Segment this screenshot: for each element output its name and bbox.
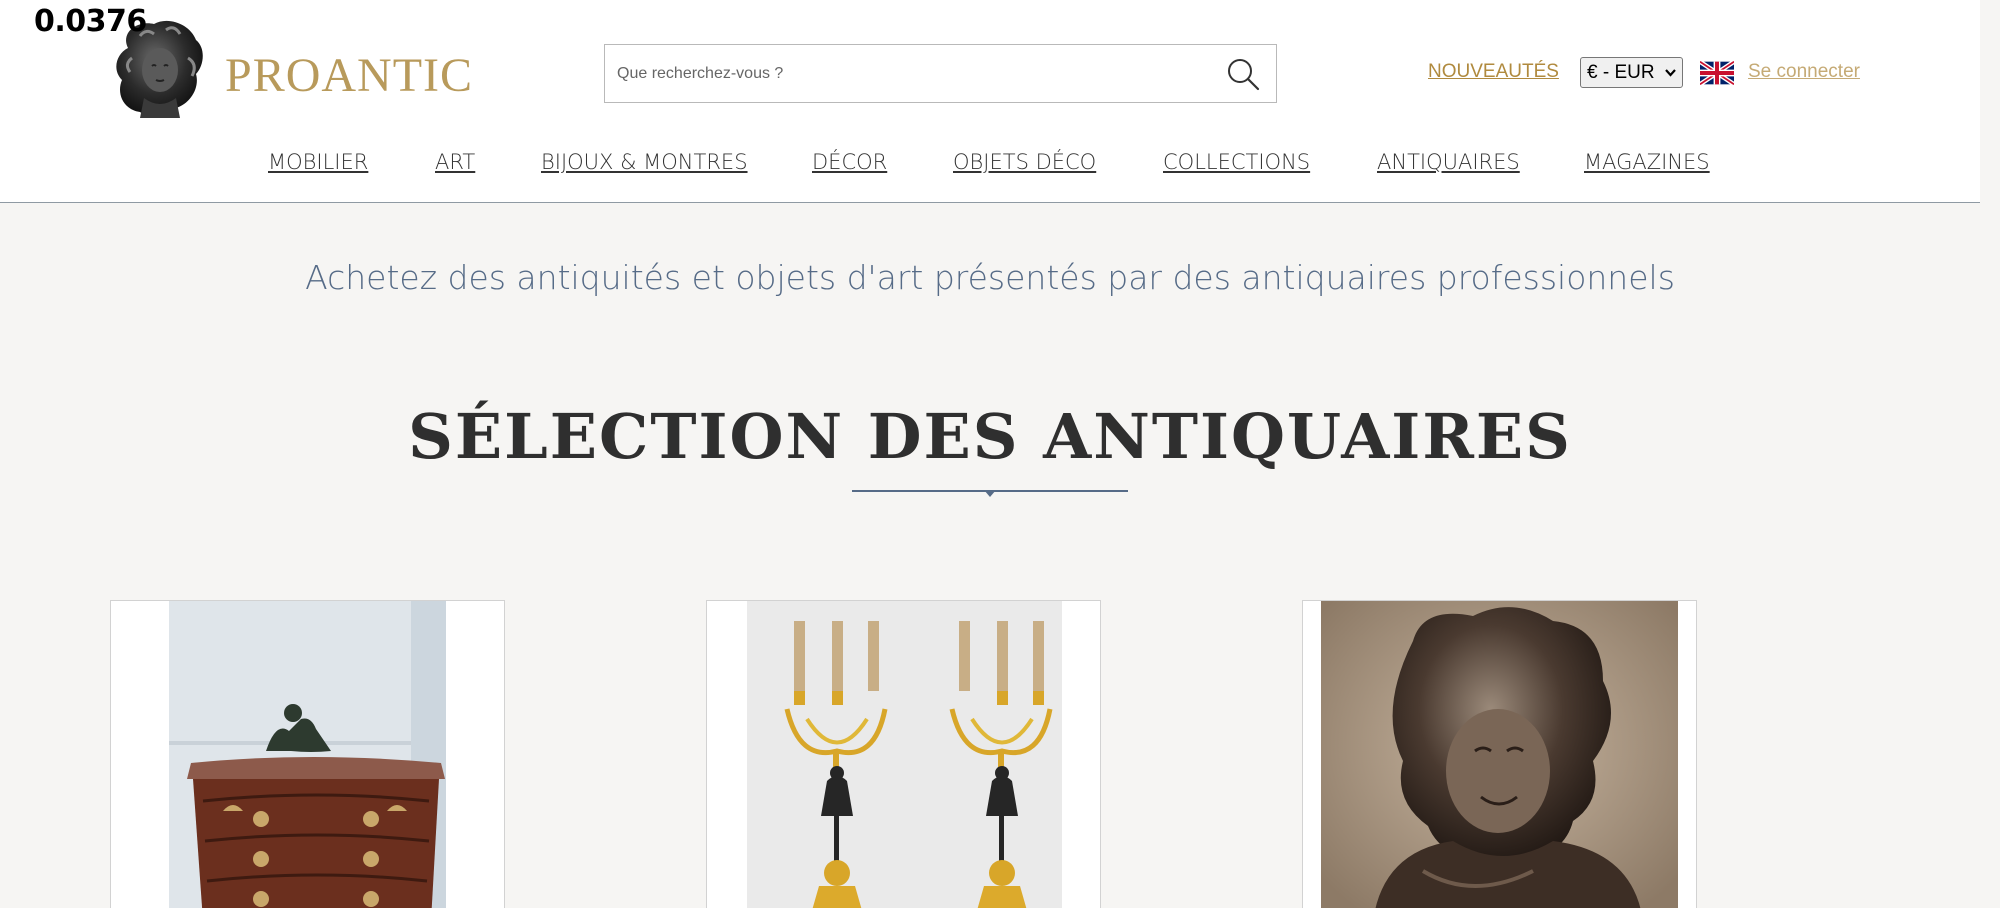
overlay-score: 0.0376: [34, 4, 147, 39]
brand-name[interactable]: PROANTIC: [225, 48, 473, 103]
currency-select[interactable]: € - EUR: [1580, 57, 1683, 88]
product-image-bronze-bust: [1321, 601, 1678, 908]
chevron-down-icon: [1665, 69, 1676, 77]
main-nav: MOBILIER ART BIJOUX & MONTRES DÉCOR OBJE…: [0, 150, 1980, 180]
search-input[interactable]: [617, 57, 1197, 91]
search-bar: [604, 44, 1277, 103]
nav-item-magazines[interactable]: MAGAZINES: [1584, 150, 1710, 174]
product-card[interactable]: [1302, 600, 1697, 908]
nav-item-decor[interactable]: DÉCOR: [812, 150, 887, 174]
product-card[interactable]: [110, 600, 505, 908]
login-link[interactable]: Se connecter: [1748, 61, 1860, 83]
nav-item-objets-deco[interactable]: OBJETS DÉCO: [953, 150, 1096, 174]
product-card[interactable]: [706, 600, 1101, 908]
currency-selected-value: € - EUR: [1587, 62, 1655, 83]
search-icon[interactable]: [1224, 55, 1262, 93]
section-title: SÉLECTION DES ANTIQUAIRES: [408, 400, 1572, 473]
product-image-candelabra: [747, 601, 1062, 908]
site-header: PROANTIC NOUVEAUTÉS € - EUR Se connecter…: [0, 0, 1980, 203]
nav-item-antiquaires[interactable]: ANTIQUAIRES: [1377, 150, 1520, 174]
nouveautes-link[interactable]: NOUVEAUTÉS: [1428, 61, 1559, 83]
divider-caret-icon: [984, 490, 996, 497]
nav-item-mobilier[interactable]: MOBILIER: [268, 150, 368, 174]
nav-item-art[interactable]: ART: [435, 150, 475, 174]
uk-flag-icon[interactable]: [1700, 61, 1734, 85]
page-tagline: Achetez des antiquités et objets d'art p…: [305, 258, 1675, 297]
product-image-commode: [169, 601, 446, 908]
nav-item-collections[interactable]: COLLECTIONS: [1163, 150, 1310, 174]
nav-item-bijoux-montres[interactable]: BIJOUX & MONTRES: [541, 150, 748, 174]
